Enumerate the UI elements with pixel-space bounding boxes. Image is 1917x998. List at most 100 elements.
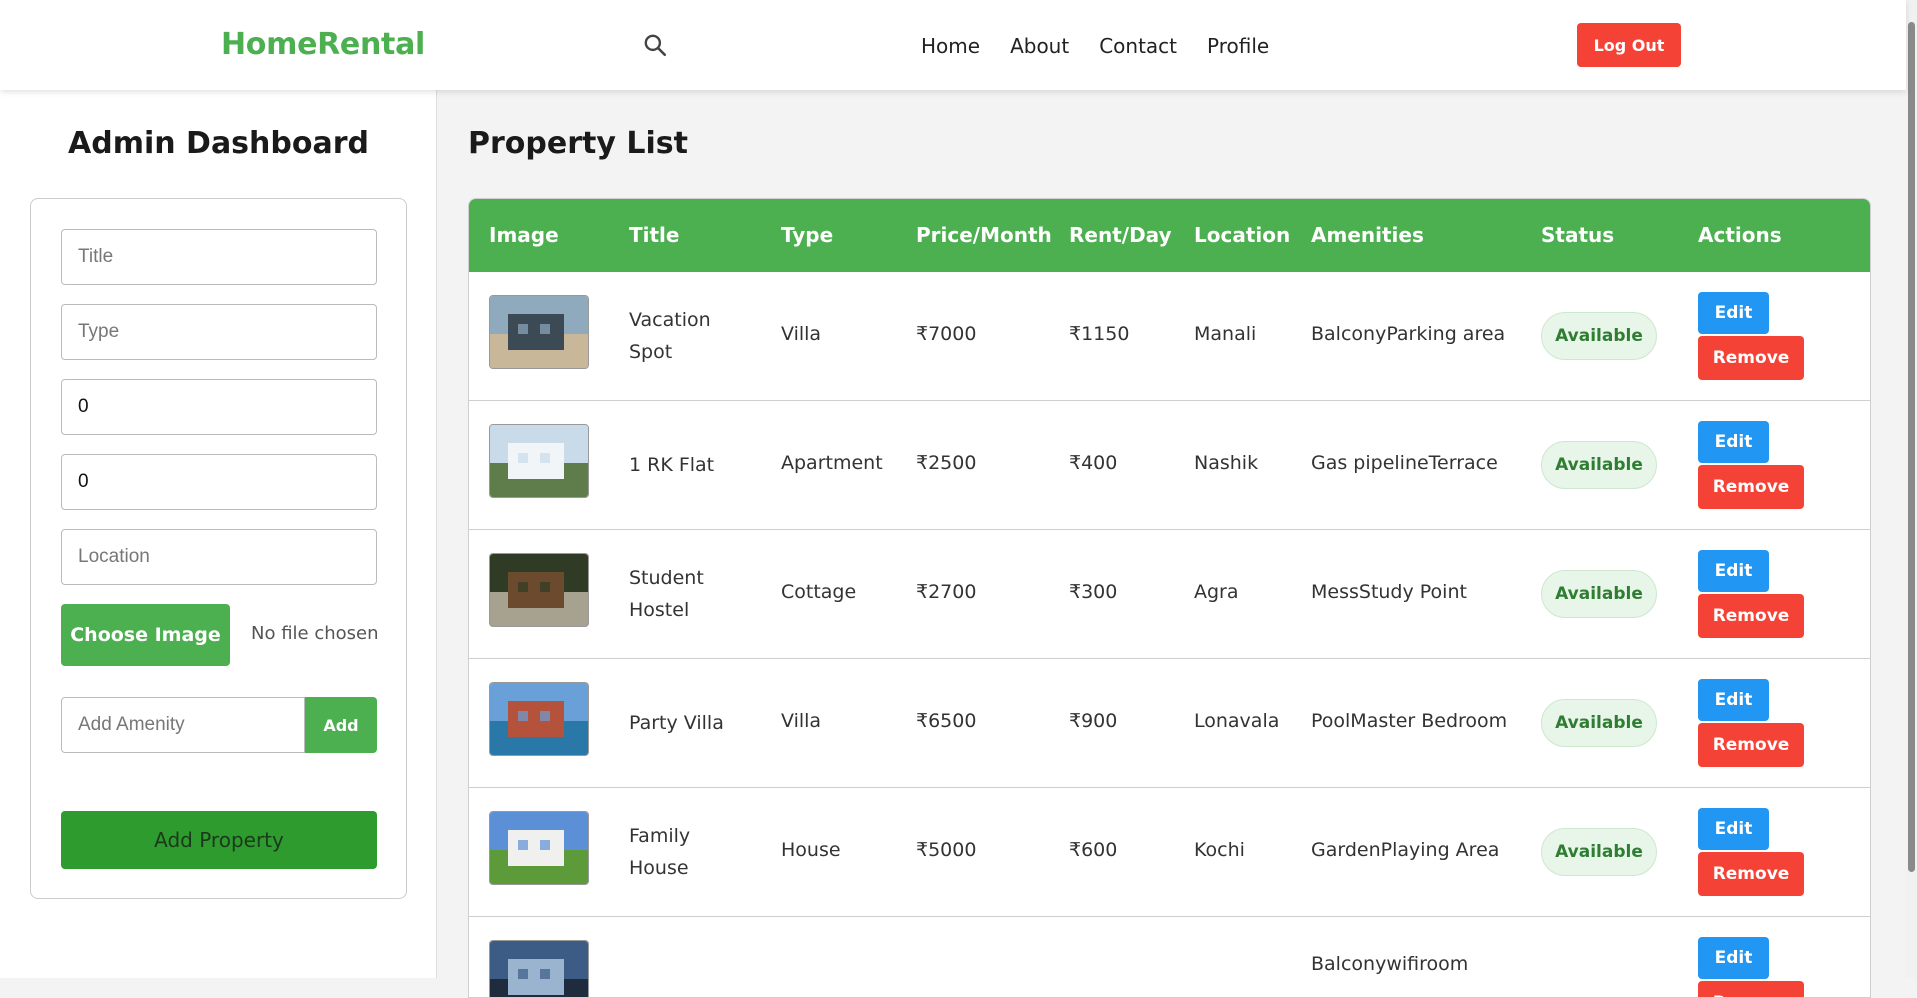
- cell-price: ₹6500: [916, 710, 977, 732]
- cell-type: House: [781, 839, 841, 861]
- nav-link-home[interactable]: Home: [921, 34, 980, 58]
- table-row: Balconywifiroom Edit Remove: [469, 917, 1870, 997]
- nav-links: Home About Contact Profile: [921, 34, 1299, 58]
- property-image: [489, 553, 589, 627]
- cell-location: Nashik: [1194, 452, 1259, 474]
- property-image: [489, 682, 589, 756]
- cell-price: ₹5000: [916, 839, 977, 861]
- cell-amenities: PoolMaster Bedroom: [1311, 710, 1508, 732]
- cell-type: Villa: [781, 710, 822, 732]
- nav-link-profile[interactable]: Profile: [1207, 34, 1269, 58]
- cell-title-line: Party Villa: [629, 712, 724, 734]
- cell-location: Agra: [1194, 581, 1239, 603]
- cell-amenities: Balconywifiroom: [1311, 953, 1469, 975]
- property-image: [489, 811, 589, 885]
- cell-rent: ₹300: [1069, 581, 1118, 603]
- edit-button[interactable]: Edit: [1698, 937, 1769, 979]
- column-header-location: Location: [1194, 223, 1291, 247]
- remove-button[interactable]: Remove: [1698, 465, 1804, 509]
- property-image: [489, 295, 589, 369]
- rent-input[interactable]: 0: [61, 454, 377, 510]
- cell-title: Student Hostel: [629, 562, 704, 626]
- search-icon[interactable]: [642, 32, 668, 58]
- cell-title-line: Hostel: [629, 599, 690, 621]
- cell-title: Vacation Spot: [629, 304, 711, 368]
- choose-image-button[interactable]: Choose Image: [61, 604, 230, 666]
- table-row: Party Villa Villa ₹6500 ₹900 Lonavala PoolMas…: [469, 659, 1870, 788]
- cell-price: ₹2500: [916, 452, 977, 474]
- type-input[interactable]: Type: [61, 304, 377, 360]
- remove-button[interactable]: Remove: [1698, 594, 1804, 638]
- column-header-status: Status: [1541, 223, 1615, 247]
- add-amenity-button[interactable]: Add: [305, 697, 377, 753]
- cell-rent: ₹600: [1069, 839, 1118, 861]
- nav-link-about[interactable]: About: [1010, 34, 1069, 58]
- cell-price: ₹7000: [916, 323, 977, 345]
- location-input[interactable]: Location: [61, 529, 377, 585]
- remove-button[interactable]: Remove: [1698, 852, 1804, 896]
- cell-title: 1 RK Flat: [629, 449, 714, 481]
- property-image: [489, 424, 589, 498]
- cell-location: Manali: [1194, 323, 1257, 345]
- table-row: 1 RK Flat Apartment ₹2500 ₹400 Nashik Gas pip…: [469, 401, 1870, 530]
- cell-title-line: House: [629, 857, 689, 879]
- table-row: Student Hostel Cottage ₹2700 ₹300 Agra MessStu…: [469, 530, 1870, 659]
- cell-amenities: GardenPlaying Area: [1311, 839, 1500, 861]
- cell-title: Party Villa: [629, 707, 724, 739]
- cell-location: Lonavala: [1194, 710, 1280, 732]
- add-property-button[interactable]: Add Property: [61, 811, 377, 869]
- property-table: Image Title Type Price/Month Rent/Day Lo…: [468, 198, 1871, 998]
- price-input[interactable]: 0: [61, 379, 377, 435]
- add-property-form: Title Type 0 0 Location Choose Image No …: [30, 198, 407, 899]
- brand-logo[interactable]: HomeRental: [221, 27, 425, 62]
- cell-amenities: MessStudy Point: [1311, 581, 1467, 603]
- remove-button[interactable]: Remove: [1698, 723, 1804, 767]
- edit-button[interactable]: Edit: [1698, 421, 1769, 463]
- column-header-title: Title: [629, 223, 680, 247]
- remove-button[interactable]: Remove: [1698, 981, 1804, 997]
- column-header-actions: Actions: [1698, 223, 1782, 247]
- cell-amenities: Gas pipelineTerrace: [1311, 452, 1498, 474]
- column-header-type: Type: [781, 223, 834, 247]
- cell-rent: ₹1150: [1069, 323, 1130, 345]
- edit-button[interactable]: Edit: [1698, 679, 1769, 721]
- cell-title-line: Student: [629, 567, 704, 589]
- edit-button[interactable]: Edit: [1698, 808, 1769, 850]
- edit-button[interactable]: Edit: [1698, 550, 1769, 592]
- cell-type: Apartment: [781, 452, 883, 474]
- property-image: [489, 940, 589, 997]
- scrollbar-thumb[interactable]: [1908, 22, 1915, 872]
- table-row: Vacation Spot Villa ₹7000 ₹1150 Manali Balcony…: [469, 272, 1870, 401]
- cell-type: Cottage: [781, 581, 857, 603]
- page-title: Property List: [468, 126, 688, 161]
- cell-title-line: Spot: [629, 341, 673, 363]
- nav-link-contact[interactable]: Contact: [1099, 34, 1177, 58]
- logout-button[interactable]: Log Out: [1577, 23, 1681, 67]
- remove-button[interactable]: Remove: [1698, 336, 1804, 380]
- top-navbar: HomeRental Home About Contact Profile Lo…: [0, 0, 1906, 90]
- admin-sidebar: Admin Dashboard Title Type 0 0 Location …: [0, 90, 437, 978]
- cell-title: Family House: [629, 820, 690, 884]
- column-header-rent: Rent/Day: [1069, 223, 1172, 247]
- cell-price: ₹2700: [916, 581, 977, 603]
- page-scrollbar[interactable]: [1906, 0, 1917, 978]
- table-header: Image Title Type Price/Month Rent/Day Lo…: [469, 199, 1870, 272]
- column-header-amenities: Amenities: [1311, 223, 1424, 247]
- amenity-input[interactable]: Add Amenity: [61, 697, 305, 753]
- column-header-image: Image: [489, 223, 559, 247]
- sidebar-title: Admin Dashboard: [68, 126, 369, 161]
- edit-button[interactable]: Edit: [1698, 292, 1769, 334]
- column-header-price: Price/Month: [916, 223, 1052, 247]
- table-row: Family House House ₹5000 ₹600 Kochi GardenPlay…: [469, 788, 1870, 917]
- cell-title-line: 1 RK Flat: [629, 454, 715, 476]
- status-badge: Available: [1541, 441, 1657, 489]
- status-badge: Available: [1541, 828, 1657, 876]
- cell-title-line: Family: [629, 825, 691, 847]
- title-input[interactable]: Title: [61, 229, 377, 285]
- cell-rent: ₹900: [1069, 710, 1118, 732]
- status-badge: Available: [1541, 570, 1657, 618]
- status-badge: Available: [1541, 312, 1657, 360]
- cell-title-line: Vacation: [629, 309, 711, 331]
- file-status-text: No file chosen: [251, 623, 379, 644]
- cell-location: Kochi: [1194, 839, 1245, 861]
